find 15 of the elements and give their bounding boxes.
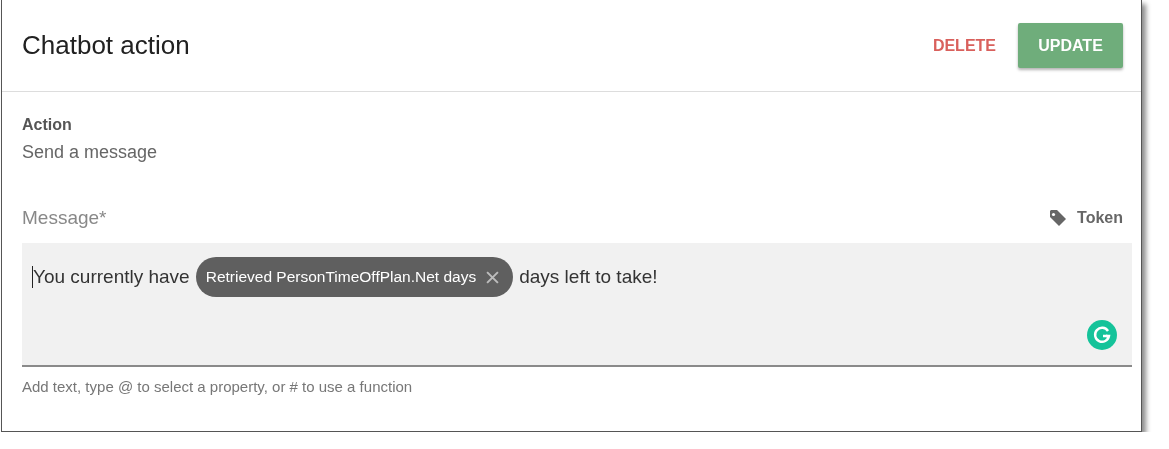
field-value: Send a message <box>22 142 159 163</box>
text-cursor <box>32 266 33 288</box>
helper-text: Add text, type @ to select a property, or # to use a function <box>22 378 414 395</box>
token-chip[interactable]: Retrieved PersonTimeOffPlan.Net days <box>195 257 514 297</box>
tag-icon <box>1049 209 1068 227</box>
delete-button[interactable]: DELETE <box>918 23 1010 68</box>
field-label: Message* <box>22 207 108 229</box>
message-text: days left to take! <box>519 265 658 289</box>
dialog-title: Chatbot action <box>22 30 191 61</box>
close-icon[interactable] <box>486 270 500 284</box>
message-text: You currently have <box>33 265 190 289</box>
token-button[interactable]: Token <box>1049 209 1123 227</box>
message-field[interactable]: You currently have Retrieved PersonTimeOffPlan.Net days days left to take! <box>22 243 1132 367</box>
grammar-check-icon[interactable] <box>1087 320 1117 350</box>
field-label: Action <box>22 116 73 134</box>
